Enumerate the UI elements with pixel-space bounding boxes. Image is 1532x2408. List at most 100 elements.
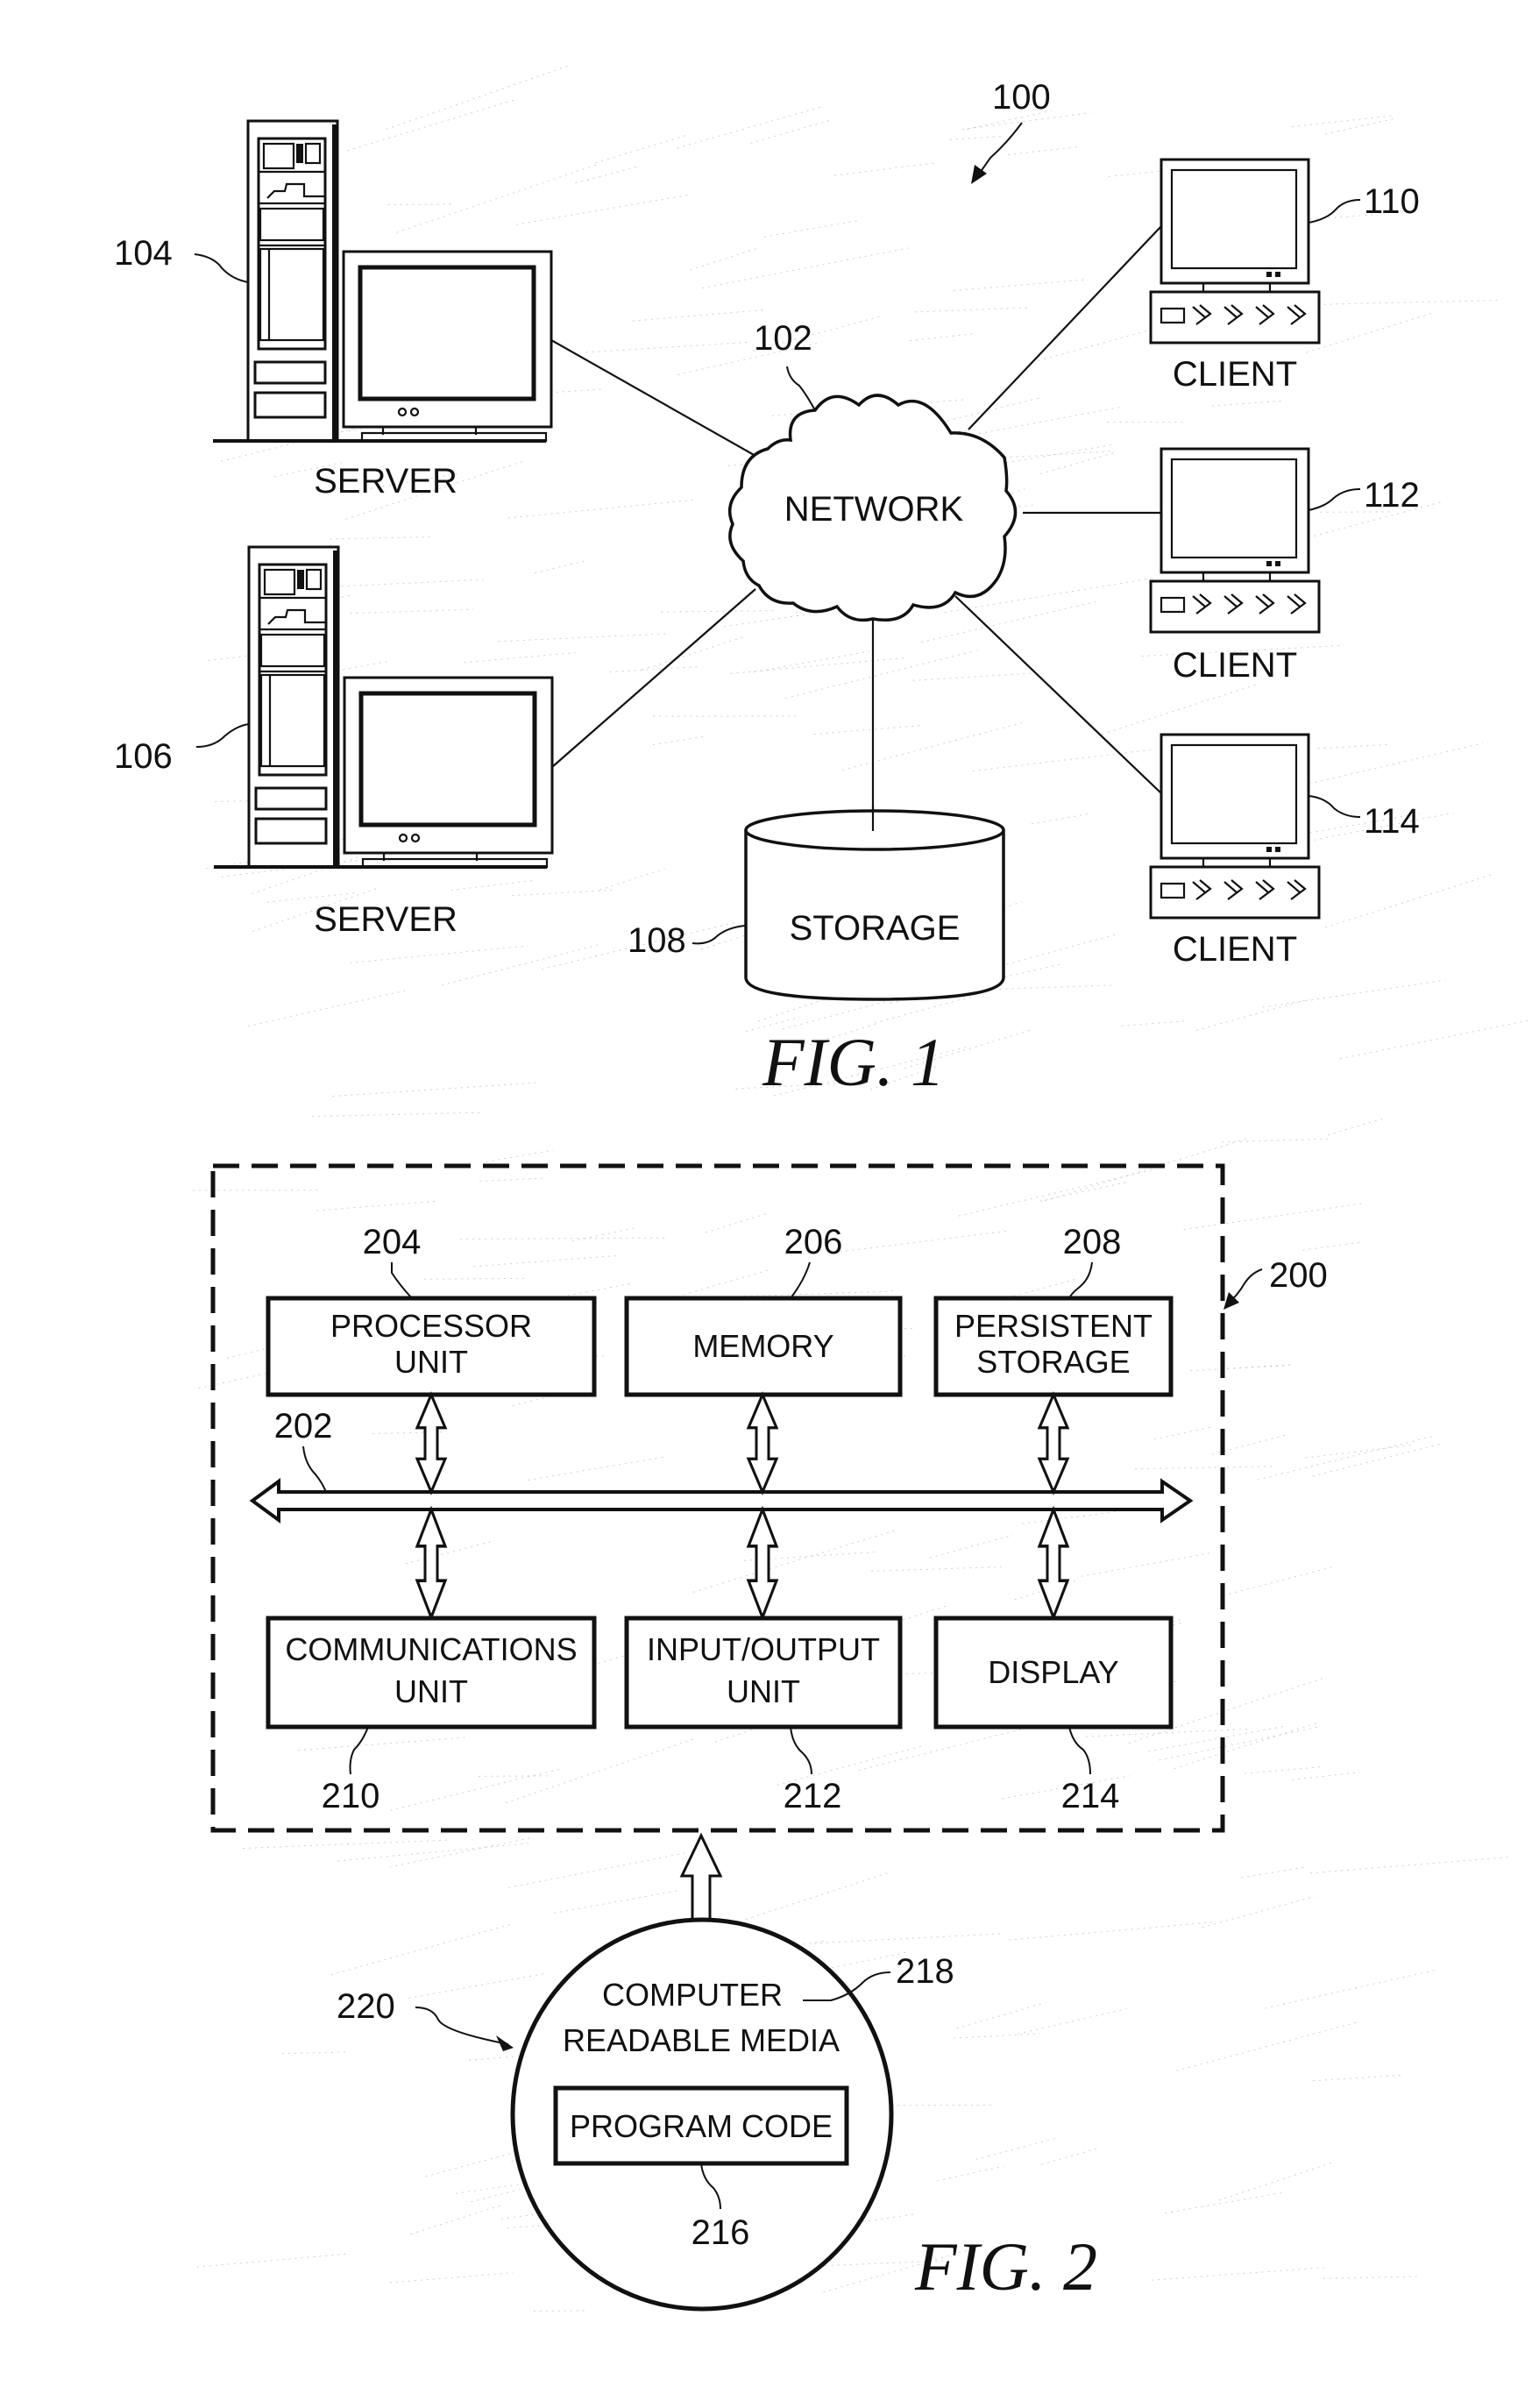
texture-stroke (498, 633, 669, 643)
texture-stroke (958, 1168, 1155, 1217)
texture-stroke (949, 135, 1006, 140)
texture-stroke (730, 657, 907, 674)
texture-stroke (486, 1149, 554, 1162)
texture-stroke (920, 600, 1096, 643)
ref-108: 108 (628, 921, 686, 960)
texture-stroke (410, 2205, 501, 2235)
texture-stroke (1262, 979, 1445, 1008)
texture-stroke (1040, 451, 1115, 474)
texture-stroke (723, 613, 812, 628)
texture-stroke (661, 610, 776, 613)
texture-stroke (1312, 2074, 1402, 2082)
texture-stroke (929, 1534, 1013, 1559)
texture-stroke (705, 1211, 771, 1233)
communications-bus (249, 1478, 1194, 1524)
texture-stroke (196, 2253, 349, 2268)
client-114 (1149, 733, 1321, 920)
texture-stroke (535, 559, 589, 574)
texture-stroke (833, 161, 939, 176)
texture-stroke (692, 1529, 897, 1593)
server-icon (213, 121, 551, 441)
display-label: DISPLAY (988, 1654, 1118, 1690)
texture-stroke (975, 2137, 1058, 2160)
texture-stroke (738, 1290, 898, 1297)
texture-stroke (1223, 1566, 1333, 1596)
double-arrow-icon (747, 1508, 778, 1619)
texture-stroke (1310, 1857, 1510, 1874)
input-output-unit-line1: INPUT/OUTPUT (647, 1631, 880, 1667)
texture-stroke (1176, 2021, 1357, 2071)
arrowhead-icon (496, 2035, 514, 2051)
texture-stroke (508, 1851, 690, 1888)
communications-unit-line1: COMMUNICATIONS (285, 1631, 577, 1667)
processor-unit-box: PROCESSOR UNIT (266, 1296, 597, 1397)
ref-108-leader (692, 925, 746, 945)
ref-204: 204 (363, 1223, 422, 1261)
ref-200: 200 (1269, 1256, 1328, 1295)
figure-1-caption: FIG. 1 (762, 1024, 945, 1100)
texture-stroke (396, 163, 598, 233)
double-arrow-icon (1038, 1393, 1069, 1494)
texture-stroke (424, 1277, 527, 1280)
double-arrow-icon (747, 1393, 778, 1494)
client-112-label: CLIENT (1173, 646, 1297, 685)
texture-stroke (1227, 1364, 1294, 1369)
texture-stroke (1165, 2191, 1281, 2214)
texture-stroke (1327, 1118, 1384, 1136)
texture-stroke (1022, 1510, 1117, 1524)
texture-stroke (1257, 1435, 1436, 1481)
texture-stroke (1044, 1138, 1248, 1202)
texture-stroke (1190, 1365, 1289, 1372)
memory-label: MEMORY (692, 1328, 833, 1364)
texture-stroke (1305, 1445, 1411, 1459)
texture-stroke (585, 342, 748, 353)
texture-stroke (1031, 813, 1089, 825)
ref-208-leader (1068, 1261, 1093, 1299)
program-code-box: PROGRAM CODE (553, 2085, 849, 2166)
texture-stroke (350, 945, 528, 963)
ref-208: 208 (1063, 1223, 1122, 1261)
communications-unit-line2: UNIT (394, 1673, 468, 1709)
texture-stroke (1317, 299, 1501, 305)
ref-102-leader (786, 366, 816, 411)
texture-stroke (312, 1112, 485, 1118)
link-server-106 (551, 588, 756, 768)
texture-stroke (386, 64, 572, 130)
texture-stroke (937, 2165, 1004, 2182)
texture-stroke (753, 650, 870, 673)
texture-stroke (533, 2310, 589, 2312)
server-106 (214, 547, 552, 867)
double-arrow-icon (1038, 1508, 1069, 1619)
texture-stroke (332, 1082, 536, 1097)
ref-100-arrow (977, 122, 1023, 176)
client-112 (1149, 447, 1321, 634)
link-client-110 (968, 225, 1162, 430)
link-client-114 (954, 595, 1162, 794)
texture-stroke (956, 2002, 1046, 2029)
server-106-label: SERVER (314, 900, 457, 939)
texture-stroke (441, 943, 603, 986)
double-arrow-icon (415, 1393, 447, 1494)
input-output-unit-line2: UNIT (727, 1673, 800, 1709)
texture-stroke (347, 98, 519, 152)
patent-drawing-sheet: 100 NETWORK 102 SERVER 104 SERVER 106 ST… (114, 64, 1532, 2312)
input-output-unit-box: INPUT/OUTPUT UNIT (624, 1616, 903, 1730)
texture-stroke (972, 749, 1152, 772)
texture-stroke (813, 725, 921, 735)
texture-stroke (1317, 743, 1387, 749)
texture-stroke (1183, 1203, 1363, 1231)
texture-stroke (387, 203, 454, 206)
texture-stroke (330, 536, 432, 540)
program-code-label: PROGRAM CODE (570, 2108, 833, 2144)
client-114-label: CLIENT (1173, 930, 1297, 969)
texture-stroke (1007, 146, 1082, 156)
ref-106-leader (195, 723, 250, 748)
client-110 (1149, 158, 1321, 345)
texture-stroke (390, 1768, 563, 1811)
display-box: DISPLAY (933, 1616, 1174, 1730)
texture-stroke (1195, 998, 1310, 1031)
texture-stroke (316, 1200, 436, 1211)
texture-stroke (575, 166, 638, 184)
storage-label: STORAGE (790, 909, 961, 948)
server-icon (214, 547, 552, 867)
